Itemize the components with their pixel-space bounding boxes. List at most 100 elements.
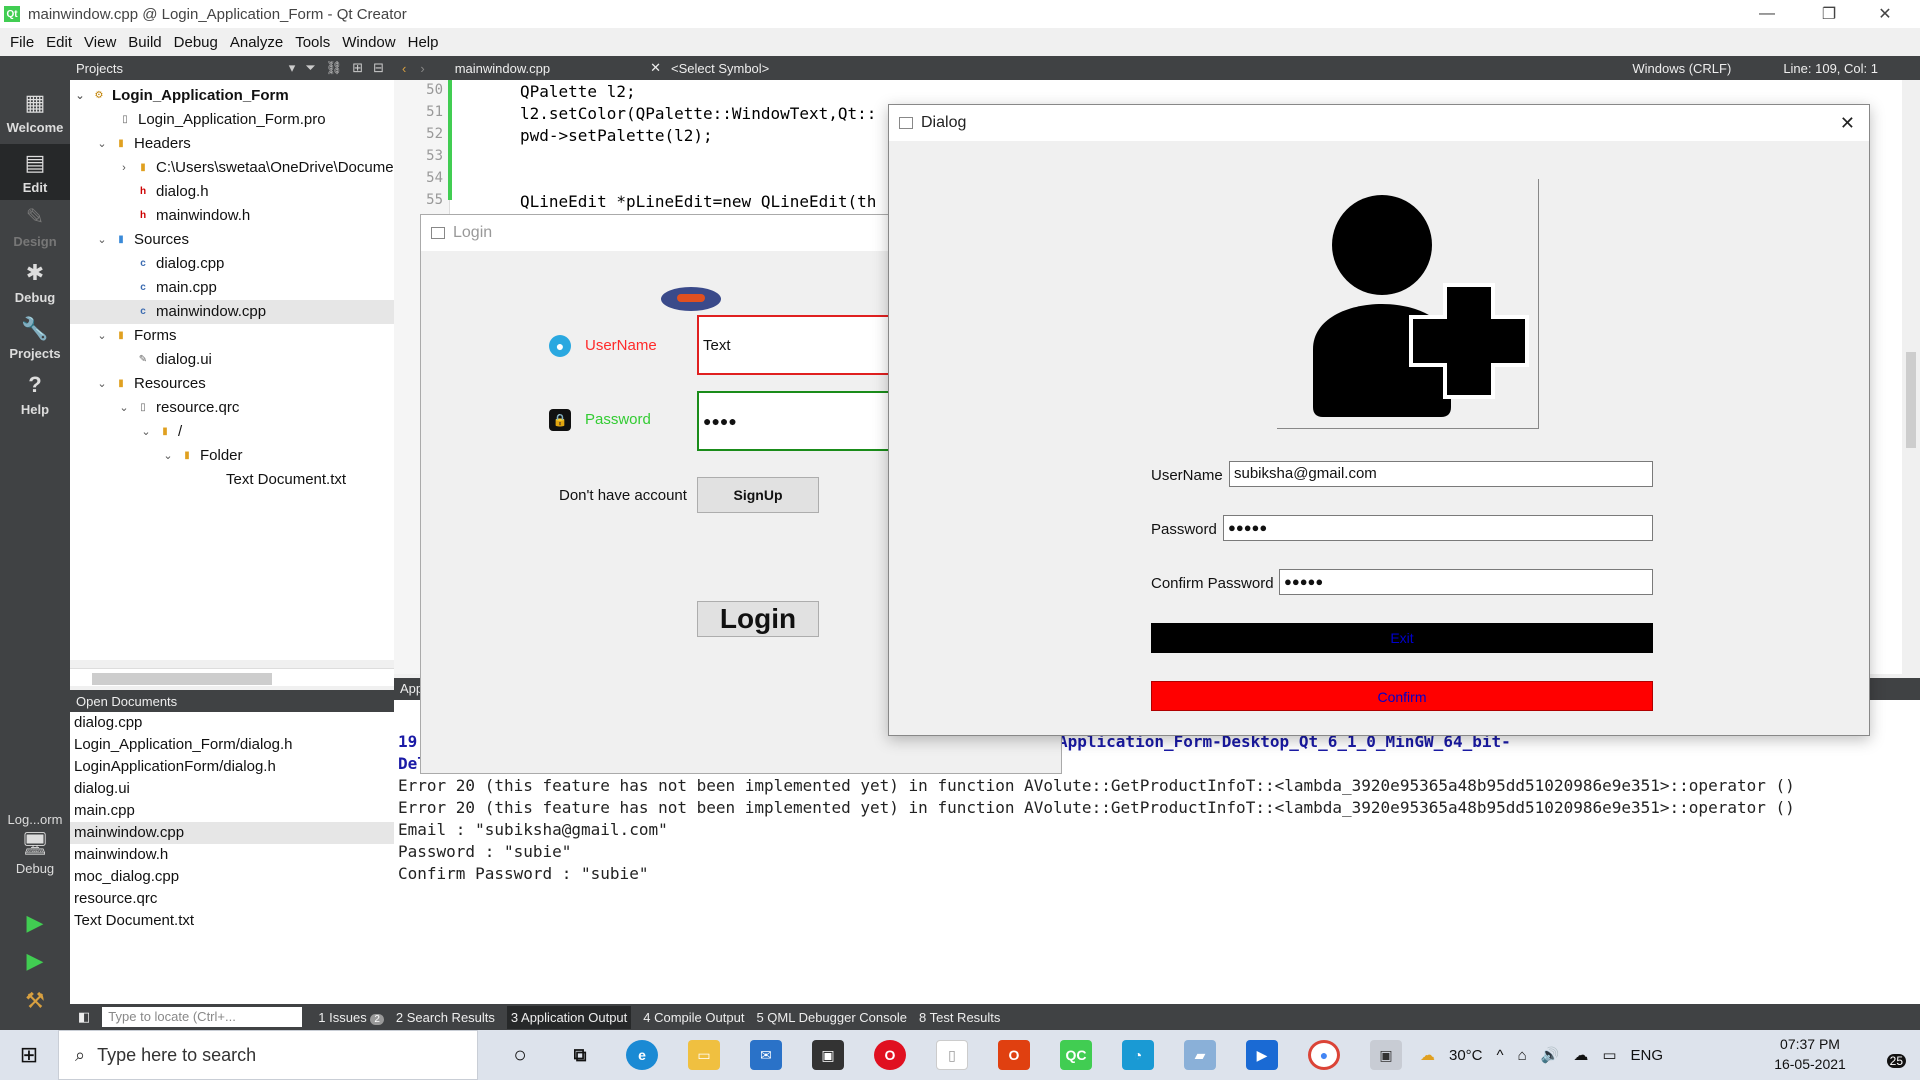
- tree-item[interactable]: ⌄ ▮ Sources: [96, 228, 189, 252]
- line-endings[interactable]: Windows (CRLF): [1632, 61, 1731, 76]
- qt-app-window-icon[interactable]: ▣: [1370, 1040, 1402, 1070]
- network-icon[interactable]: ⌂: [1518, 1047, 1527, 1064]
- menu-view[interactable]: View: [78, 34, 122, 51]
- file-tab[interactable]: mainwindow.cpp: [455, 61, 550, 76]
- symbol-selector[interactable]: <Select Symbol>: [671, 61, 769, 76]
- mode-edit[interactable]: ▤ Edit: [0, 144, 70, 200]
- minimize-icon[interactable]: —: [1744, 0, 1790, 28]
- close-icon[interactable]: ✕: [1862, 0, 1908, 28]
- list-item[interactable]: mainwindow.cpp: [70, 822, 394, 844]
- pane-compile-output[interactable]: 4 Compile Output: [643, 1010, 744, 1025]
- notification-button[interactable]: 25: [1876, 1042, 1906, 1068]
- dropdown-icon[interactable]: ▾: [289, 60, 296, 76]
- weather-icon[interactable]: ☁: [1420, 1046, 1435, 1064]
- back-icon[interactable]: ‹: [402, 61, 406, 76]
- menu-build[interactable]: Build: [122, 34, 167, 51]
- mode-debug[interactable]: ✱ Debug: [0, 260, 70, 305]
- list-item[interactable]: main.cpp: [70, 800, 394, 822]
- office-icon[interactable]: O: [998, 1040, 1030, 1070]
- debug-run-button[interactable]: ▶: [0, 948, 70, 978]
- list-item[interactable]: Text Document.txt: [70, 910, 394, 932]
- tree-item[interactable]: Text Document.txt: [226, 468, 346, 492]
- whatsapp-icon[interactable]: ◔: [1122, 1040, 1154, 1070]
- mode-design[interactable]: ✎ Design: [0, 204, 70, 249]
- vertical-scrollbar[interactable]: [1902, 80, 1920, 674]
- pane-search-results[interactable]: 2 Search Results: [396, 1010, 495, 1025]
- cloud-icon[interactable]: ☁: [1573, 1046, 1588, 1064]
- signup-button[interactable]: SignUp: [697, 477, 819, 513]
- notepad-icon[interactable]: ▰: [1184, 1040, 1216, 1070]
- username-field[interactable]: subiksha@gmail.com: [1229, 461, 1653, 487]
- menu-edit[interactable]: Edit: [40, 34, 78, 51]
- windows-start-icon[interactable]: ⊞: [0, 1030, 58, 1080]
- tree-item[interactable]: ⌄ ▮ Resources: [96, 372, 205, 396]
- scrollbar-thumb[interactable]: [92, 673, 272, 685]
- menu-file[interactable]: File: [4, 34, 40, 51]
- media-icon[interactable]: ▶: [1246, 1040, 1278, 1070]
- cortana-icon[interactable]: ○: [504, 1040, 536, 1070]
- menu-debug[interactable]: Debug: [168, 34, 224, 51]
- tree-item[interactable]: ⌄ ▯ resource.qrc: [118, 396, 239, 420]
- tree-item[interactable]: ▯ Login_Application_Form.pro: [118, 108, 325, 132]
- list-item[interactable]: moc_dialog.cpp: [70, 866, 394, 888]
- build-button[interactable]: ⚒: [0, 988, 70, 1018]
- taskbar-search[interactable]: ⌕ Type here to search: [58, 1030, 478, 1080]
- confirm-password-field[interactable]: ●●●●●: [1279, 569, 1653, 595]
- tree-item[interactable]: c main.cpp: [136, 276, 217, 300]
- qt-creator-icon[interactable]: QC: [1060, 1040, 1092, 1070]
- confirm-button[interactable]: Confirm: [1151, 681, 1653, 711]
- tree-item[interactable]: ⌄ ▮ Forms: [96, 324, 176, 348]
- toggle-sidebar-icon[interactable]: ◧: [78, 1009, 90, 1025]
- restore-icon[interactable]: ❐: [1806, 0, 1852, 28]
- run-button[interactable]: ▶: [0, 910, 70, 940]
- store-icon[interactable]: ▣: [812, 1040, 844, 1070]
- list-item[interactable]: resource.qrc: [70, 888, 394, 910]
- pane-qml-debugger[interactable]: 5 QML Debugger Console: [756, 1010, 907, 1025]
- mode-help[interactable]: ? Help: [0, 372, 70, 417]
- scrollbar-thumb[interactable]: [1906, 352, 1916, 448]
- target-selector[interactable]: Log...orm 🖥 Debug: [0, 812, 70, 876]
- tree-item[interactable]: › ▮ C:\Users\swetaa\OneDrive\Docume: [118, 156, 393, 180]
- mail-icon[interactable]: ✉: [750, 1040, 782, 1070]
- horizontal-scrollbar[interactable]: [70, 668, 394, 686]
- password-field[interactable]: ●●●●●: [1223, 515, 1653, 541]
- list-item[interactable]: Login_Application_Form/dialog.h: [70, 734, 394, 756]
- link-icon[interactable]: ⛓: [326, 60, 343, 76]
- chrome-icon[interactable]: ●: [1308, 1040, 1340, 1070]
- login-button[interactable]: Login: [697, 601, 819, 637]
- speaker-icon[interactable]: 🔊: [1541, 1046, 1560, 1064]
- task-view-icon[interactable]: ⧉: [564, 1040, 596, 1070]
- list-item[interactable]: dialog.ui: [70, 778, 394, 800]
- clock[interactable]: 07:37 PM 16-05-2021: [1760, 1034, 1860, 1074]
- tree-item[interactable]: ⌄ ⚙ Login_Application_Form: [74, 84, 288, 108]
- language-indicator[interactable]: ENG: [1631, 1047, 1664, 1064]
- menu-analyze[interactable]: Analyze: [224, 34, 289, 51]
- mode-projects[interactable]: 🔧 Projects: [0, 316, 70, 361]
- menu-help[interactable]: Help: [402, 34, 445, 51]
- battery-icon[interactable]: ▭: [1602, 1046, 1616, 1064]
- opera-icon[interactable]: O: [874, 1040, 906, 1070]
- pane-issues[interactable]: 1 Issues 2: [318, 1010, 384, 1025]
- pane-application-output[interactable]: 3 Application Output: [506, 1005, 632, 1029]
- pane-test-results[interactable]: 8 Test Results: [919, 1010, 1000, 1025]
- document-icon[interactable]: ▯: [936, 1040, 968, 1070]
- tree-item[interactable]: h mainwindow.h: [136, 204, 250, 228]
- list-item[interactable]: LoginApplicationForm/dialog.h: [70, 756, 394, 778]
- menu-window[interactable]: Window: [336, 34, 401, 51]
- tree-item[interactable]: ⌄ ▮ Headers: [96, 132, 190, 156]
- forward-icon[interactable]: ›: [420, 61, 424, 76]
- exit-button[interactable]: Exit: [1151, 623, 1653, 653]
- weather-temperature[interactable]: 30°C: [1449, 1047, 1483, 1064]
- tree-item[interactable]: c dialog.cpp: [136, 252, 224, 276]
- close-document-icon[interactable]: ✕: [650, 60, 661, 76]
- chevron-up-icon[interactable]: ^: [1497, 1047, 1504, 1064]
- list-item[interactable]: dialog.cpp: [70, 712, 394, 734]
- locator-input[interactable]: Type to locate (Ctrl+...: [102, 1007, 303, 1027]
- list-item[interactable]: mainwindow.h: [70, 844, 394, 866]
- tree-item[interactable]: ⌄ ▮ Folder: [162, 444, 242, 468]
- tree-item[interactable]: ⌄ ▮ /: [140, 420, 182, 444]
- filter-icon[interactable]: ⏷: [305, 60, 315, 76]
- split-icon[interactable]: ⊞: [352, 60, 363, 76]
- mode-welcome[interactable]: ▦ Welcome: [0, 90, 70, 135]
- tree-item[interactable]: ✎ dialog.ui: [136, 348, 212, 372]
